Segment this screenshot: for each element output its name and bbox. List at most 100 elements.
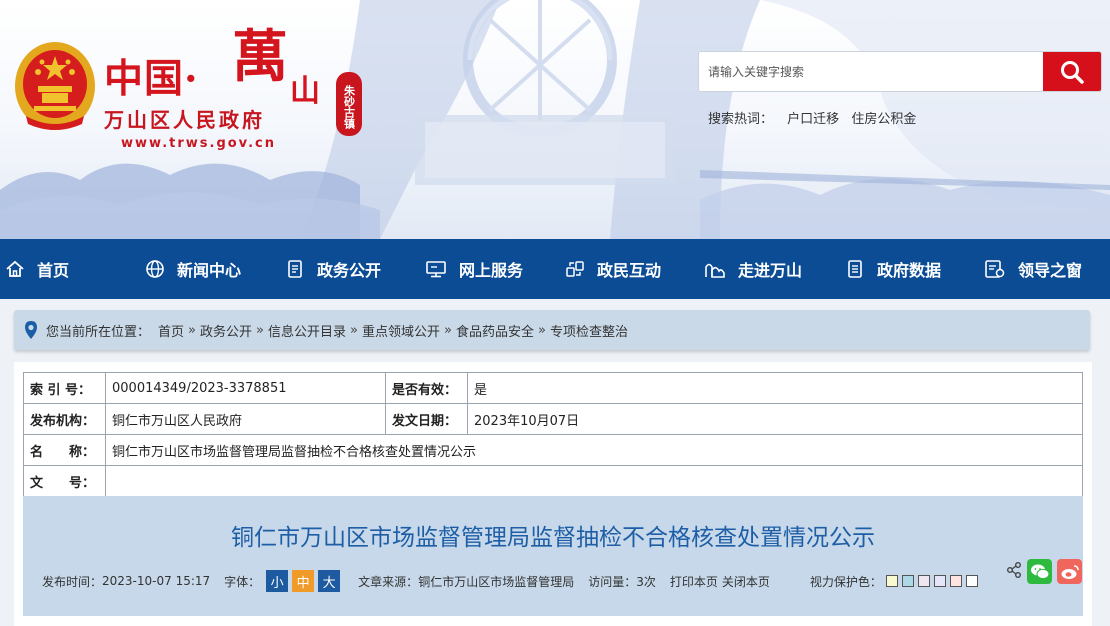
share-button[interactable] [1005, 559, 1023, 581]
content-panel: 索 引 号： 000014349/2023-3378851 是否有效： 是 发布… [14, 362, 1092, 626]
article-header: 铜仁市万山区市场监督管理局监督抽检不合格核查处置情况公示 发布时间： 2023-… [23, 496, 1083, 616]
table-row: 名 称： 铜仁市万山区市场监督管理局监督抽检不合格核查处置情况公示 [23, 434, 1083, 466]
hot-words-label: 搜索热词： [708, 112, 774, 127]
vision-color-swatch[interactable] [949, 575, 962, 587]
page: 中国· 萬 山 朱砂古镇 万山区人民政府 www.trws.gov.cn 搜索热… [0, 0, 1110, 626]
nav-item-label: 领导之窗 [1018, 261, 1083, 280]
publish-label: 发布时间： [42, 574, 103, 589]
logo-subtitle: 万山区人民政府 [104, 108, 265, 132]
interaction-icon [566, 261, 584, 277]
visits-label: 访问量： [588, 574, 637, 589]
breadcrumb-link[interactable]: 首页 [158, 321, 184, 340]
hot-word-link[interactable]: 户口迁移 [787, 112, 839, 127]
breadcrumb-separator: » [188, 322, 196, 338]
national-emblem-icon [15, 42, 95, 130]
name-label: 名 称： [23, 434, 106, 466]
breadcrumb-prefix: 您当前所在位置： [46, 324, 151, 340]
valid-label: 是否有效： [385, 372, 468, 404]
source-label: 文章来源： [358, 574, 419, 589]
home-icon [6, 260, 24, 277]
nav-item-label: 政府数据 [877, 261, 942, 280]
article-info-row: 发布时间： 2023-10-07 15:17 字体： 小 中 大 文章来源： 铜… [42, 569, 978, 593]
mountain-icon [705, 263, 725, 278]
weibo-share-button[interactable] [1057, 559, 1082, 584]
logo-seal: 朱砂古镇 [336, 72, 362, 136]
hot-word-link[interactable]: 住房公积金 [851, 112, 916, 127]
breadcrumb-link[interactable]: 信息公开目录 [268, 321, 346, 340]
font-size-medium-button[interactable]: 中 [292, 570, 315, 592]
document-meta-table: 索 引 号： 000014349/2023-3378851 是否有效： 是 发布… [23, 372, 1083, 497]
logo-title-wan: 萬 [232, 24, 288, 90]
font-size-label: 字体： [224, 574, 261, 589]
logo-title-shan: 山 [290, 74, 320, 109]
breadcrumb-separator: » [443, 322, 452, 338]
valid-value: 是 [467, 372, 1083, 404]
article-title: 铜仁市万山区市场监督管理局监督抽检不合格核查处置情况公示 [231, 525, 875, 551]
nav-item-label: 新闻中心 [177, 261, 242, 280]
nav-item-about-wanshan[interactable]: 走进万山 [704, 239, 802, 299]
document-icon [288, 260, 302, 278]
search-box [698, 51, 1102, 92]
date-label: 发文日期： [385, 403, 468, 435]
close-page-link[interactable]: 关闭本页 [722, 573, 770, 590]
nav-item-label: 政务公开 [317, 261, 382, 280]
breadcrumb-separator: » [256, 322, 264, 338]
share-icon [1007, 562, 1021, 578]
index-label: 索 引 号： [23, 372, 106, 404]
print-page-link[interactable]: 打印本页 [670, 573, 718, 590]
vision-color-swatch[interactable] [885, 575, 898, 587]
hot-words: 搜索热词： 户口迁移 住房公积金 [708, 108, 924, 127]
nav-item-label: 走进万山 [738, 261, 803, 280]
doc-number-label: 文 号： [23, 465, 106, 497]
font-size-large-button[interactable]: 大 [318, 570, 341, 592]
visits-value: 3次 [636, 574, 656, 589]
org-value: 铜仁市万山区人民政府 [105, 403, 386, 435]
data-icon [848, 260, 862, 278]
table-row: 文 号： [23, 465, 1083, 497]
logo-url: www.trws.gov.cn [121, 136, 276, 151]
date-value: 2023年10月07日 [467, 403, 1083, 435]
search-button[interactable] [1043, 52, 1101, 91]
nav-item-leaders[interactable]: 领导之窗 [984, 239, 1082, 299]
font-size-small-button[interactable]: 小 [266, 570, 289, 592]
search-icon [1061, 60, 1084, 84]
index-value: 000014349/2023-3378851 [105, 372, 386, 404]
vision-color-swatch[interactable] [901, 575, 914, 587]
vision-color-swatch[interactable] [933, 575, 946, 587]
vision-protect-label: 视力保护色： [809, 574, 882, 589]
nav-item-online-service[interactable]: 网上服务 [425, 239, 523, 299]
wechat-share-button[interactable] [1027, 559, 1052, 584]
nav-item-home[interactable]: 首页 [5, 239, 69, 299]
nav-item-news[interactable]: 新闻中心 [145, 239, 241, 299]
table-row: 发布机构： 铜仁市万山区人民政府 发文日期： 2023年10月07日 [23, 403, 1083, 435]
nav-item-label: 网上服务 [459, 261, 524, 280]
doc-number-value [105, 465, 1083, 497]
breadcrumb-separator: » [537, 322, 546, 338]
nav-item-label: 首页 [37, 261, 70, 280]
breadcrumb-separator: » [350, 322, 358, 338]
nav-item-label: 政民互动 [597, 261, 662, 280]
main-nav: 首页 新闻中心 政务公开 网上服务 政民互动 走进万山 政府数据 领导之窗 [0, 239, 1110, 299]
breadcrumb-link[interactable]: 重点领域公开 [362, 321, 440, 340]
weibo-icon [1061, 564, 1079, 579]
site-header: 中国· 萬 山 朱砂古镇 万山区人民政府 www.trws.gov.cn 搜索热… [0, 0, 1110, 239]
publish-time: 2023-10-07 15:17 [102, 574, 211, 588]
breadcrumb-link[interactable]: 政务公开 [200, 321, 252, 340]
search-input[interactable] [699, 52, 1043, 91]
table-row: 索 引 号： 000014349/2023-3378851 是否有效： 是 [23, 372, 1083, 404]
leader-icon [985, 260, 1005, 278]
source-value: 铜仁市万山区市场监督管理局 [418, 574, 575, 589]
nav-item-gov-data[interactable]: 政府数据 [845, 239, 941, 299]
logo-title: 中国· [104, 56, 199, 102]
name-value: 铜仁市万山区市场监督管理局监督抽检不合格核查处置情况公示 [105, 434, 1083, 466]
breadcrumb-link[interactable]: 食品药品安全 [456, 321, 534, 340]
nav-item-interaction[interactable]: 政民互动 [565, 239, 661, 299]
location-pin-icon [25, 321, 37, 339]
nav-item-gov-affairs[interactable]: 政务公开 [285, 239, 381, 299]
vision-color-swatch[interactable] [917, 575, 930, 587]
breadcrumb: 您当前所在位置： 首页 » 政务公开 » 信息公开目录 » 重点领域公开 » 食… [14, 310, 1090, 350]
breadcrumb-link[interactable]: 专项检查整治 [550, 321, 628, 340]
vision-color-swatch[interactable] [965, 575, 978, 587]
globe-icon [146, 260, 164, 278]
monitor-icon [426, 261, 446, 278]
